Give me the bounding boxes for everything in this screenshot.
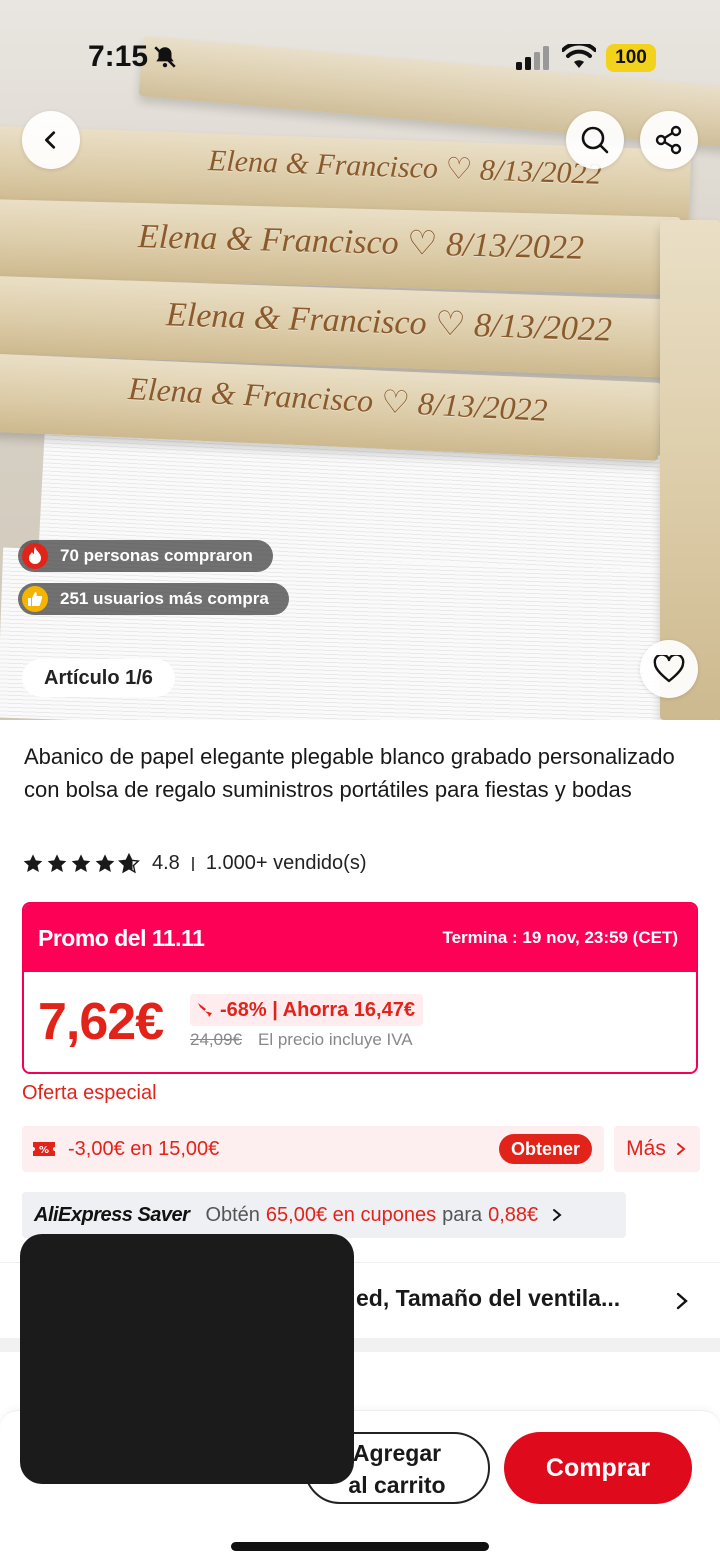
rating-value: 4.8 (152, 852, 180, 874)
saver-text-before: Obtén (205, 1203, 260, 1226)
signal-icon (516, 46, 549, 70)
social-proof-text: 251 usuarios más compra (60, 589, 269, 608)
coupon-icon: % (33, 1142, 55, 1156)
divider (191, 856, 194, 871)
chevron-right-icon (553, 1209, 562, 1221)
fire-icon (22, 543, 48, 569)
social-proof-buyers: 70 personas compraron (18, 540, 273, 572)
discount-badge: -68% | Ahorra 16,47€ (190, 994, 423, 1026)
share-icon (655, 125, 682, 155)
back-button[interactable] (22, 111, 80, 169)
share-button[interactable] (640, 111, 698, 169)
saver-amount: 65,00€ en cupones (265, 1203, 437, 1226)
status-bar: 7:15 100 (0, 0, 720, 110)
promo-box: Promo del 11.11 Termina : 19 nov, 23:59 … (22, 902, 698, 1074)
social-proof-popular: 251 usuarios más compra (18, 583, 289, 615)
special-offer-label: Oferta especial (22, 1082, 157, 1104)
more-label: Más (626, 1137, 666, 1160)
current-price: 7,62€ (38, 993, 164, 1051)
redacted-overlay (20, 1234, 354, 1484)
sold-count: 1.000+ vendido(s) (205, 852, 367, 874)
variant-text: ed, Tamaño del ventila... (356, 1285, 621, 1311)
rating-row[interactable]: 4.8 1.000+ vendido(s) (22, 852, 366, 875)
svg-text:%: % (39, 1145, 49, 1156)
home-indicator (231, 1542, 489, 1551)
coupon-text: -3,00€ en 15,00€ (68, 1137, 220, 1160)
battery-indicator: 100 (606, 44, 656, 72)
promo-end-time: Termina : 19 nov, 23:59 (CET) (442, 928, 678, 947)
star-icon (95, 853, 115, 872)
status-time: 7:15 (88, 40, 149, 73)
aliexpress-saver-banner[interactable]: AliExpress Saver Obtén 65,00€ en cupones… (22, 1192, 626, 1238)
star-icon (23, 853, 43, 872)
tax-note: El precio incluye IVA (258, 1030, 413, 1049)
obtain-coupon-button[interactable]: Obtener (498, 1134, 592, 1164)
bell-muted-icon (154, 46, 176, 68)
wifi-icon (562, 44, 596, 68)
coupon-row[interactable]: % -3,00€ en 15,00€ Obtener (22, 1126, 604, 1172)
search-icon (581, 126, 609, 154)
saver-brand-logo: AliExpress Saver (34, 1203, 190, 1226)
saver-text-mid: para (442, 1203, 483, 1226)
saver-price: 0,88€ (488, 1203, 539, 1226)
promo-header: Promo del 11.11 Termina : 19 nov, 23:59 … (24, 904, 696, 972)
chevron-right-icon (676, 1292, 688, 1310)
arrow-down-icon (198, 1003, 212, 1017)
chevron-left-icon (45, 131, 56, 149)
star-icon (47, 853, 67, 872)
wishlist-button[interactable] (640, 640, 698, 698)
search-button[interactable] (566, 111, 624, 169)
heart-icon (653, 655, 685, 683)
discount-text: -68% | Ahorra 16,47€ (220, 998, 415, 1021)
buy-now-button[interactable]: Comprar (504, 1432, 692, 1504)
image-counter: Artículo 1/6 (22, 659, 175, 697)
star-icon (71, 853, 91, 872)
social-proof-text: 70 personas compraron (60, 546, 253, 565)
product-title: Abanico de papel elegante plegable blanc… (24, 744, 675, 802)
chevron-right-icon (676, 1143, 686, 1155)
original-price: 24,09€ (190, 1030, 242, 1049)
star-half-icon (118, 852, 140, 873)
promo-name: Promo del 11.11 (38, 924, 205, 951)
more-offers-button[interactable]: Más (614, 1126, 700, 1172)
thumbs-up-icon (22, 586, 48, 612)
